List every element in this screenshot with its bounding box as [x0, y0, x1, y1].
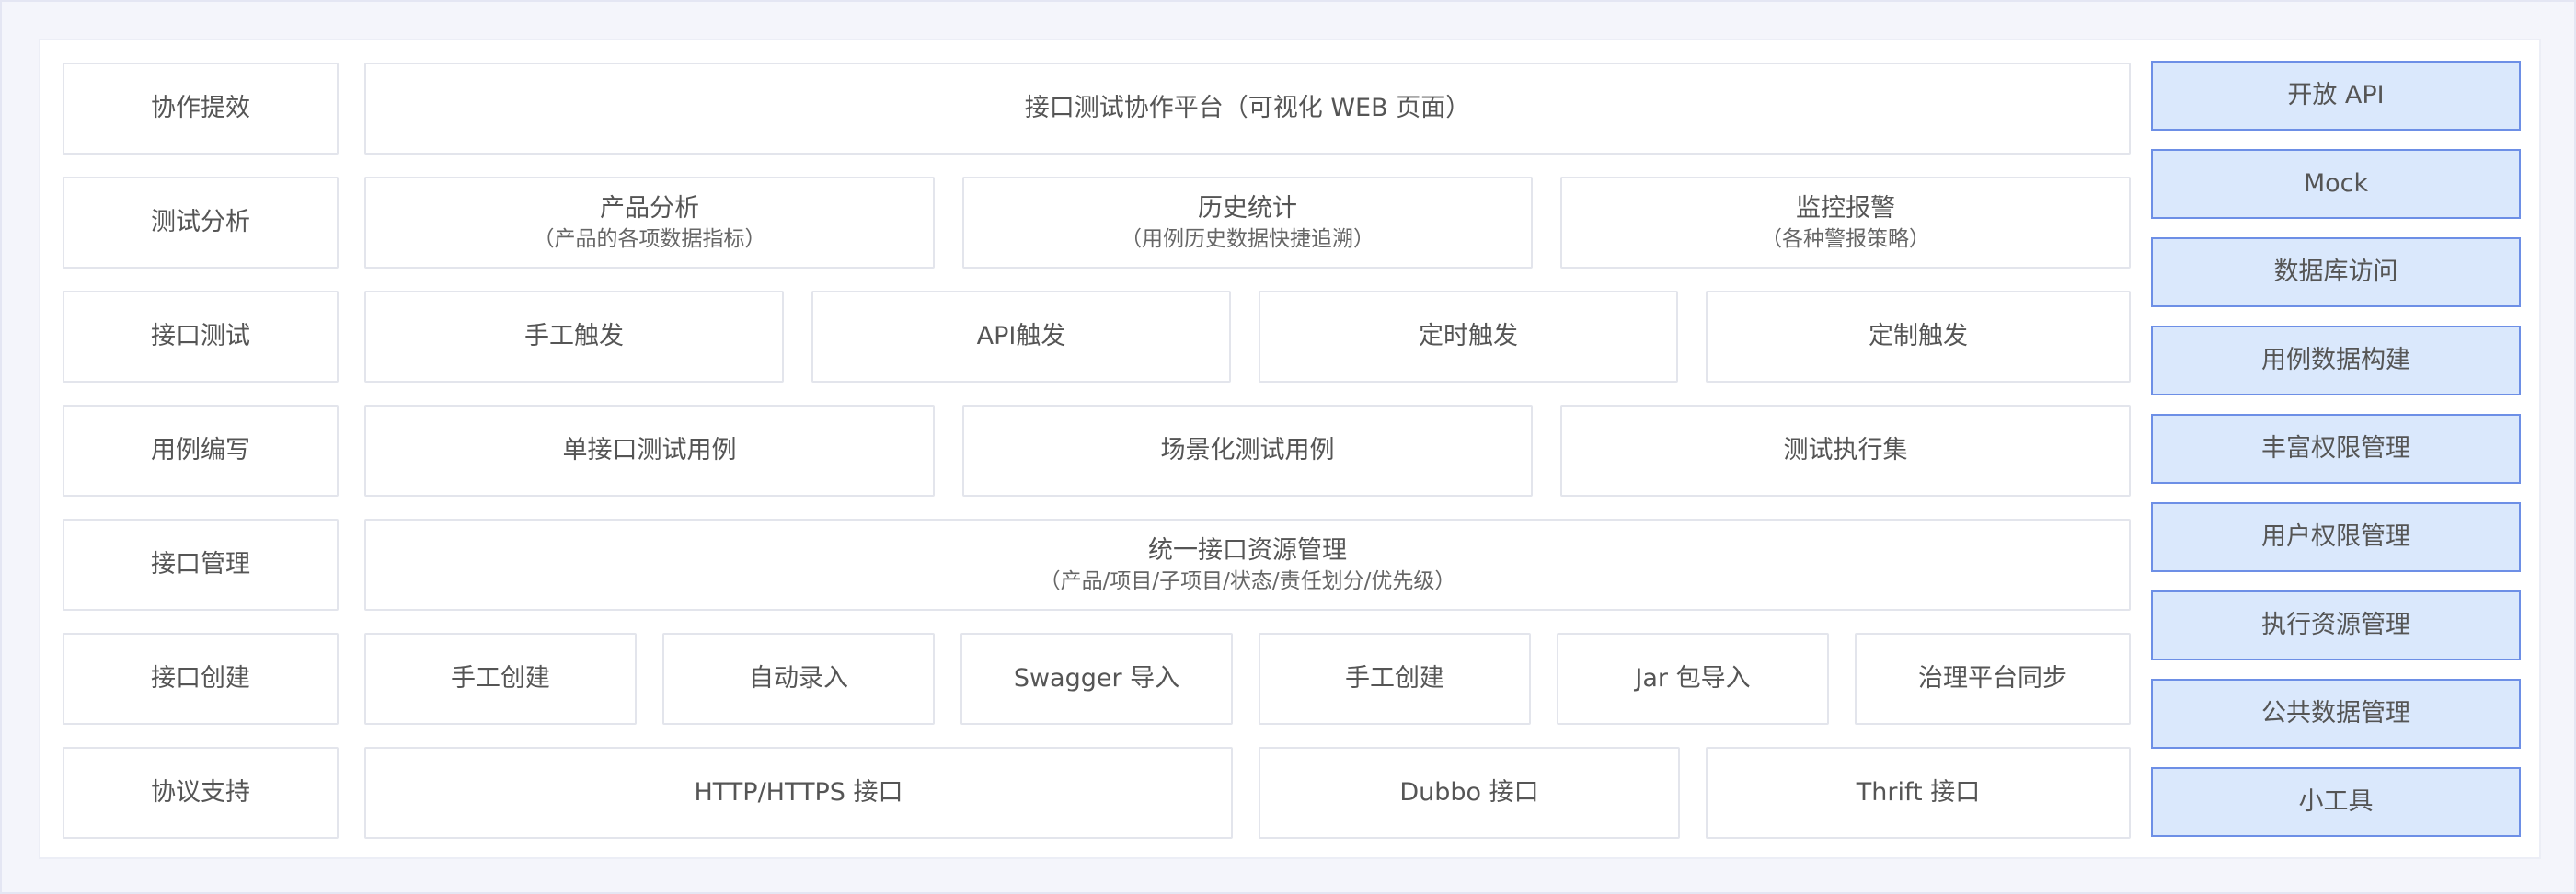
box-sublabel: （各种警报策略）: [1761, 227, 1930, 251]
box-label: Thrift 接口: [1856, 778, 1981, 807]
row-label-text: 接口测试: [151, 322, 250, 350]
history-stats-box: 历史统计 （用例历史数据快捷追溯）: [962, 177, 1533, 269]
product-analysis-box: 产品分析 （产品的各项数据指标）: [364, 177, 935, 269]
box-label: 定时触发: [1419, 322, 1518, 350]
box-label: Swagger 导入: [1013, 664, 1180, 693]
unified-resource-management-box: 统一接口资源管理 （产品/项目/子项目/状态/责任划分/优先级）: [364, 519, 2131, 611]
box-label: 手工创建: [1345, 664, 1444, 693]
api-trigger-box: API触发: [811, 291, 1231, 383]
scheduled-trigger-box: 定时触发: [1259, 291, 1678, 383]
row-label-protocol-support: 协议支持: [63, 747, 339, 839]
box-label: 单接口测试用例: [562, 436, 737, 464]
box-label: HTTP/HTTPS 接口: [694, 778, 903, 807]
side-label: 小工具: [2298, 787, 2374, 816]
diagram-canvas: 协作提效 接口测试协作平台（可视化 WEB 页面） 测试分析 产品分析 （产品的…: [0, 0, 2576, 894]
box-label: 自动录入: [749, 664, 848, 693]
box-label: 手工触发: [524, 322, 624, 350]
box-label: API触发: [976, 322, 1066, 350]
box-label: 监控报警: [1796, 194, 1895, 223]
box-label: Jar 包导入: [1635, 664, 1751, 693]
row-label-interface-creation: 接口创建: [63, 633, 339, 725]
row-label-case-writing: 用例编写: [63, 405, 339, 497]
box-sublabel: （用例历史数据快捷追溯）: [1121, 227, 1374, 251]
side-label: 数据库访问: [2273, 258, 2398, 286]
governance-sync-box: 治理平台同步: [1855, 633, 2131, 725]
side-mock: Mock: [2151, 149, 2521, 219]
row-label-test-analysis: 测试分析: [63, 177, 339, 269]
row-label-interface-test: 接口测试: [63, 291, 339, 383]
custom-trigger-box: 定制触发: [1706, 291, 2131, 383]
box-label: 场景化测试用例: [1160, 436, 1335, 464]
box-label: 接口测试协作平台（可视化 WEB 页面）: [1024, 94, 1471, 122]
side-label: 用户权限管理: [2261, 522, 2410, 551]
side-database-access: 数据库访问: [2151, 237, 2521, 307]
jar-import-box: Jar 包导入: [1557, 633, 1829, 725]
box-label: 治理平台同步: [1918, 664, 2067, 693]
box-label: Dubbo 接口: [1399, 778, 1539, 807]
manual-create-box-2: 手工创建: [1259, 633, 1531, 725]
side-public-data: 公共数据管理: [2151, 679, 2521, 749]
thrift-interface-box: Thrift 接口: [1706, 747, 2131, 839]
side-execution-resource: 执行资源管理: [2151, 590, 2521, 660]
side-user-permission: 用户权限管理: [2151, 502, 2521, 572]
auto-record-box: 自动录入: [662, 633, 935, 725]
side-rich-permission: 丰富权限管理: [2151, 414, 2521, 484]
manual-create-box: 手工创建: [364, 633, 637, 725]
box-label: 手工创建: [451, 664, 550, 693]
manual-trigger-box: 手工触发: [364, 291, 784, 383]
side-label: 用例数据构建: [2261, 346, 2410, 374]
side-label: 丰富权限管理: [2261, 434, 2410, 463]
box-sublabel: （产品/项目/子项目/状态/责任划分/优先级）: [1039, 569, 1456, 593]
dubbo-interface-box: Dubbo 接口: [1259, 747, 1680, 839]
side-case-data-build: 用例数据构建: [2151, 326, 2521, 395]
row-label-text: 接口管理: [151, 550, 250, 579]
box-label: 产品分析: [600, 194, 699, 223]
side-open-api: 开放 API: [2151, 61, 2521, 131]
box-label: 统一接口资源管理: [1148, 536, 1347, 565]
execution-set-box: 测试执行集: [1560, 405, 2131, 497]
box-label: 测试执行集: [1783, 436, 1908, 464]
row-label-interface-management: 接口管理: [63, 519, 339, 611]
monitoring-alert-box: 监控报警 （各种警报策略）: [1560, 177, 2131, 269]
row-label-text: 接口创建: [151, 664, 250, 693]
side-label: 公共数据管理: [2261, 699, 2410, 728]
side-label: 开放 API: [2287, 81, 2385, 109]
http-interface-box: HTTP/HTTPS 接口: [364, 747, 1233, 839]
row-label-text: 协议支持: [151, 778, 250, 807]
box-sublabel: （产品的各项数据指标）: [533, 227, 766, 251]
side-tools: 小工具: [2151, 767, 2521, 837]
scenario-case-box: 场景化测试用例: [962, 405, 1533, 497]
side-label: Mock: [2303, 169, 2369, 198]
architecture-panel: 协作提效 接口测试协作平台（可视化 WEB 页面） 测试分析 产品分析 （产品的…: [39, 39, 2541, 859]
swagger-import-box: Swagger 导入: [960, 633, 1233, 725]
row-label-collaboration: 协作提效: [63, 63, 339, 155]
box-label: 历史统计: [1198, 194, 1297, 223]
row-label-text: 协作提效: [151, 94, 250, 122]
single-interface-case-box: 单接口测试用例: [364, 405, 935, 497]
box-label: 定制触发: [1869, 322, 1968, 350]
side-label: 执行资源管理: [2261, 611, 2410, 639]
collaboration-platform-box: 接口测试协作平台（可视化 WEB 页面）: [364, 63, 2131, 155]
row-label-text: 用例编写: [151, 436, 250, 464]
row-label-text: 测试分析: [151, 208, 250, 236]
